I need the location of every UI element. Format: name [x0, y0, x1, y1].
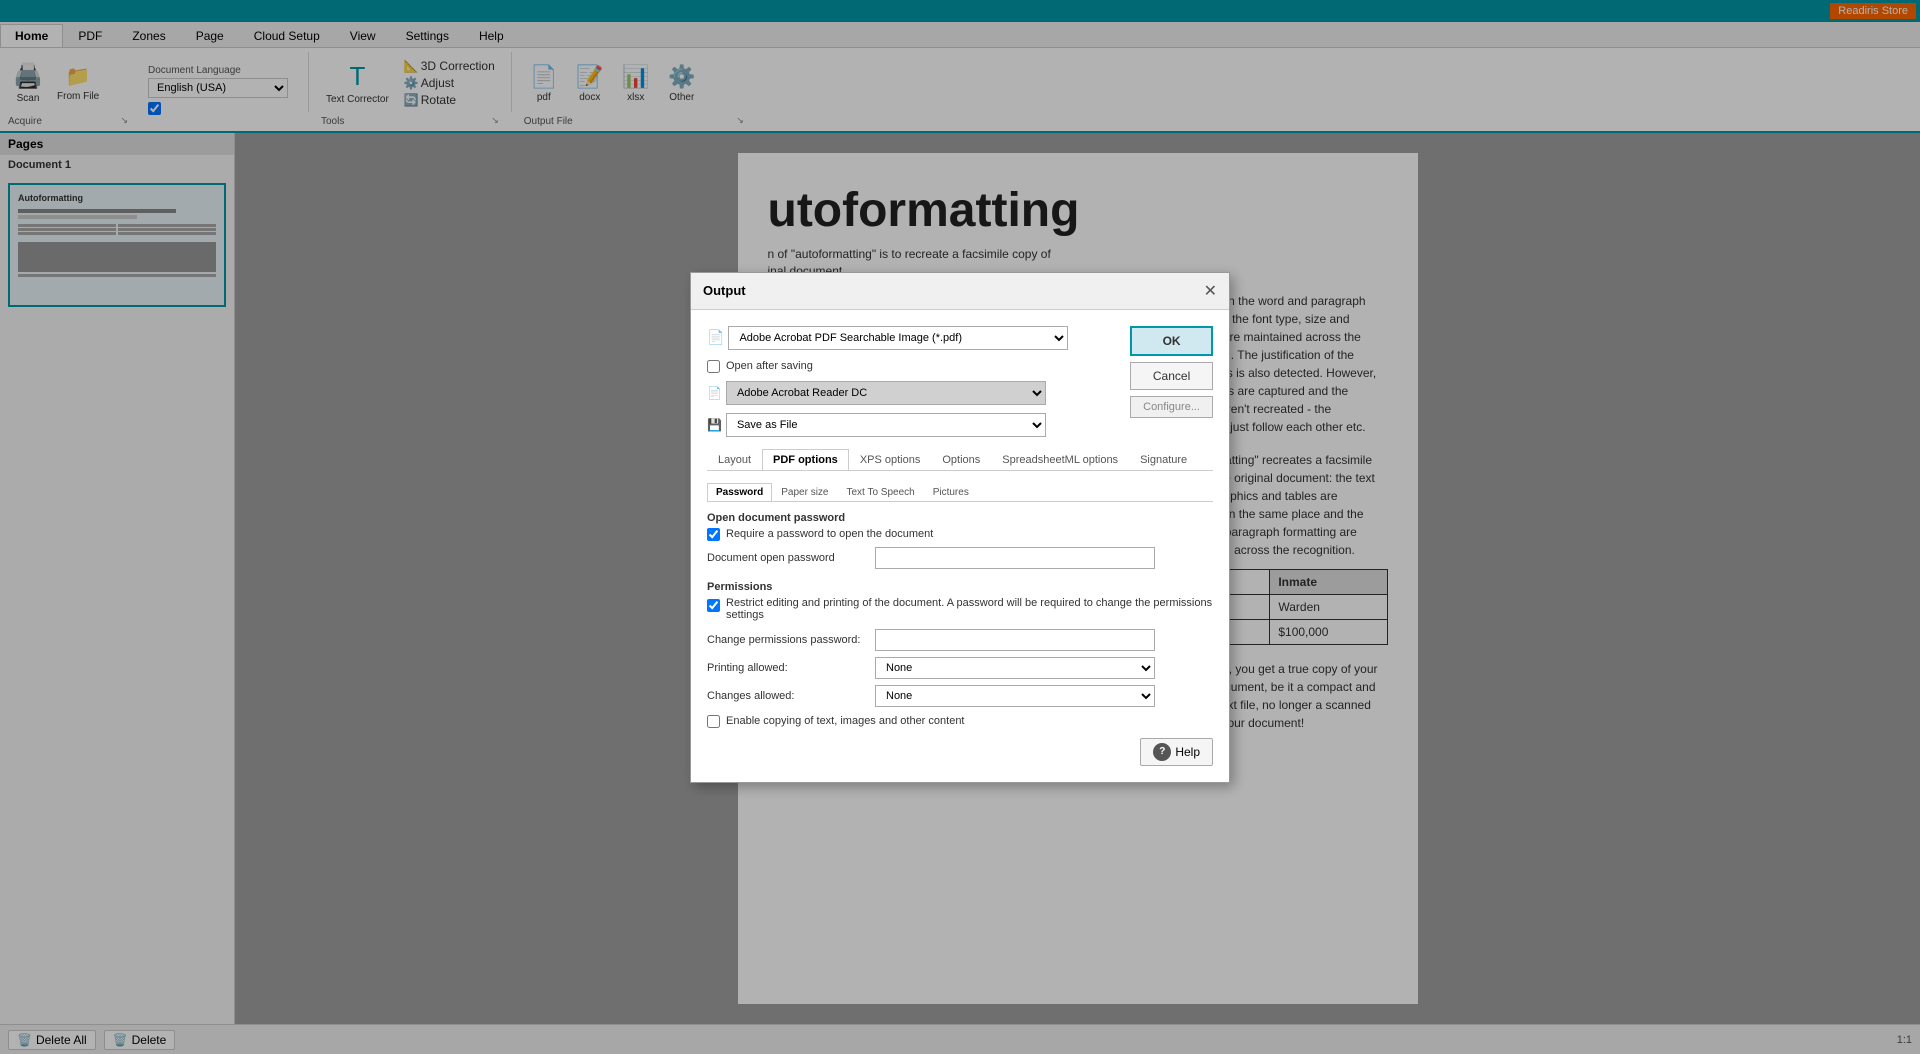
printing-label: Printing allowed:	[707, 662, 867, 674]
tab-signature[interactable]: Signature	[1129, 449, 1198, 470]
changes-label: Changes allowed:	[707, 690, 867, 702]
printing-row: Printing allowed: None Low resolution Hi…	[707, 657, 1213, 679]
tab-spreadsheetml[interactable]: SpreadsheetML options	[991, 449, 1129, 470]
doc-open-password-label: Document open password	[707, 552, 867, 564]
changes-row: Changes allowed: None Inserting, deletin…	[707, 685, 1213, 707]
dialog-subtabs: Password Paper size Text To Speech Pictu…	[707, 483, 1213, 502]
open-after-saving-label: Open after saving	[726, 360, 813, 372]
permissions-header: Permissions	[707, 581, 1213, 593]
subtab-text-to-speech[interactable]: Text To Speech	[838, 483, 924, 501]
save-as-icon: 💾	[707, 418, 722, 432]
dialog-body: 📄 Adobe Acrobat PDF Searchable Image (*.…	[691, 310, 1229, 782]
dialog-close-button[interactable]: ✕	[1204, 281, 1217, 301]
subtab-pictures[interactable]: Pictures	[924, 483, 978, 501]
save-as-dropdown[interactable]: Save as File	[726, 413, 1046, 437]
cancel-button[interactable]: Cancel	[1130, 362, 1213, 390]
output-dialog: Output ✕ 📄 Adobe Acrobat PDF Searchable …	[690, 272, 1230, 783]
pdf-format-icon: 📄	[707, 329, 724, 346]
dialog-title: Output	[703, 283, 746, 298]
open-after-saving-checkbox[interactable]	[707, 360, 720, 373]
subtab-password[interactable]: Password	[707, 483, 772, 501]
change-permissions-label: Change permissions password:	[707, 634, 867, 646]
ok-button[interactable]: OK	[1130, 326, 1213, 356]
open-with-dropdown[interactable]: Adobe Acrobat Reader DC	[726, 381, 1046, 405]
tab-xps-options[interactable]: XPS options	[849, 449, 932, 470]
tab-pdf-options[interactable]: PDF options	[762, 449, 849, 470]
tab-options[interactable]: Options	[931, 449, 991, 470]
help-label: Help	[1175, 745, 1200, 759]
change-permissions-input[interactable]	[875, 629, 1155, 651]
tab-layout[interactable]: Layout	[707, 449, 762, 470]
doc-open-password-input[interactable]	[875, 547, 1155, 569]
configure-button[interactable]: Configure...	[1130, 396, 1213, 418]
dialog-titlebar: Output ✕	[691, 273, 1229, 310]
printing-dropdown[interactable]: None Low resolution High resolution	[875, 657, 1155, 679]
subtab-paper-size[interactable]: Paper size	[772, 483, 837, 501]
restrict-checkbox[interactable]	[707, 599, 720, 612]
require-password-label: Require a password to open the document	[726, 528, 933, 540]
dialog-buttons: OK Cancel Configure...	[1130, 326, 1213, 418]
dialog-tabs: Layout PDF options XPS options Options S…	[707, 449, 1213, 471]
open-with-icon: 📄	[707, 386, 722, 400]
format-section: 📄 Adobe Acrobat PDF Searchable Image (*.…	[707, 326, 1118, 437]
changes-dropdown[interactable]: None Inserting, deleting, and rotating p…	[875, 685, 1155, 707]
dialog-overlay: Output ✕ 📄 Adobe Acrobat PDF Searchable …	[0, 0, 1920, 1054]
enable-copying-label: Enable copying of text, images and other…	[726, 715, 965, 727]
help-button[interactable]: ? Help	[1140, 738, 1213, 766]
format-dropdown[interactable]: Adobe Acrobat PDF Searchable Image (*.pd…	[728, 326, 1068, 350]
enable-copying-checkbox[interactable]	[707, 715, 720, 728]
open-doc-password-header: Open document password	[707, 512, 1213, 524]
password-section: Open document password Require a passwor…	[707, 512, 1213, 569]
permissions-section: Permissions Restrict editing and printin…	[707, 581, 1213, 728]
help-icon: ?	[1153, 743, 1171, 761]
help-row: ? Help	[707, 738, 1213, 766]
require-password-checkbox[interactable]	[707, 528, 720, 541]
restrict-label: Restrict editing and printing of the doc…	[726, 597, 1213, 621]
